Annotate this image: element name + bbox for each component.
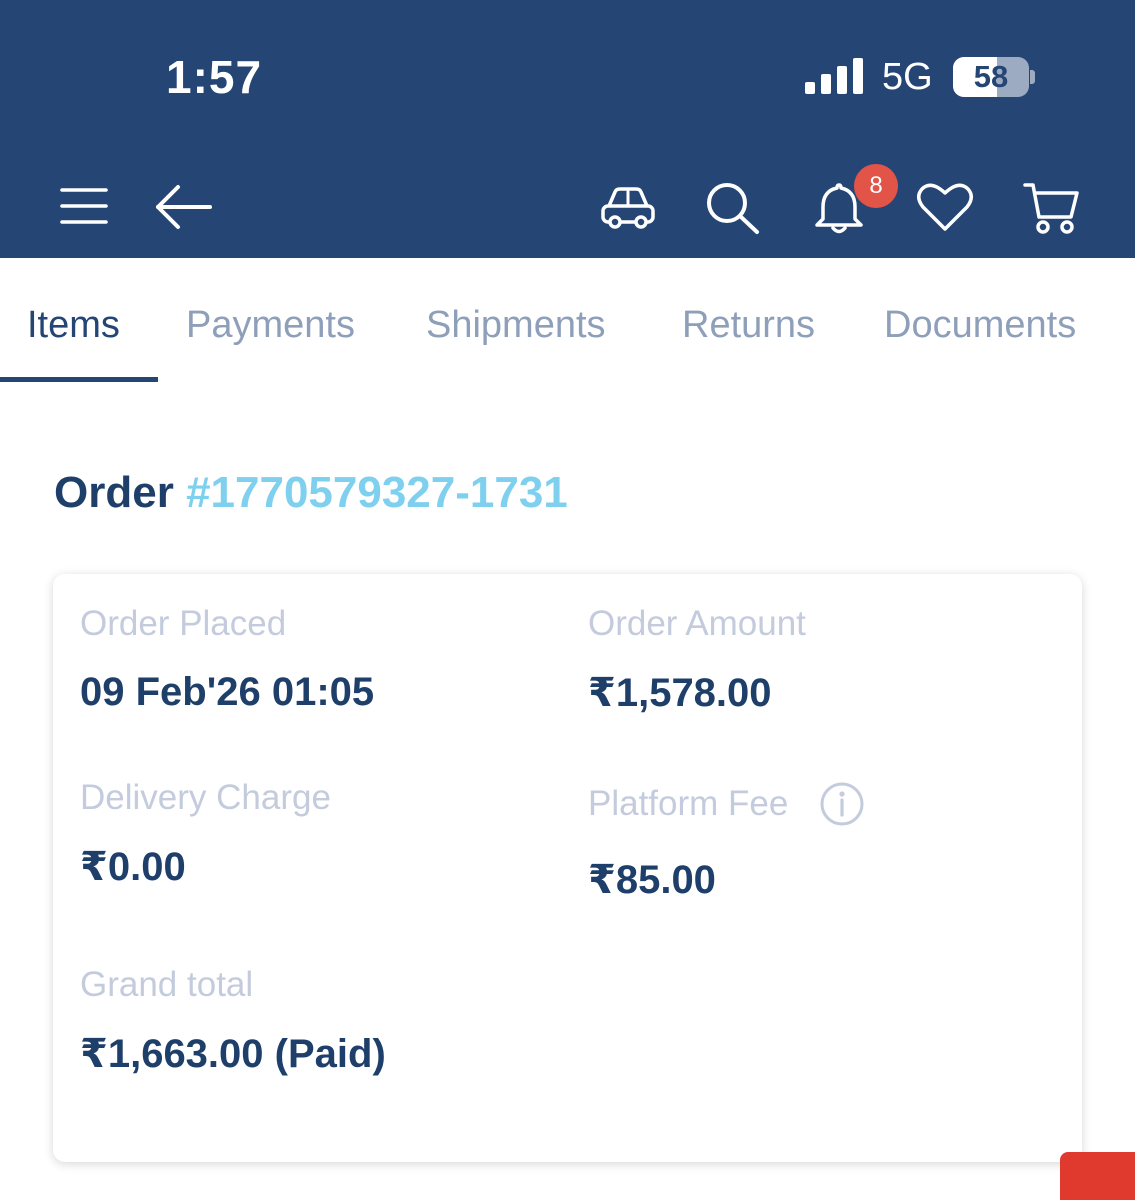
delivery-charge-value: ₹0.00: [80, 845, 186, 889]
order-title-prefix: Order: [54, 468, 174, 517]
menu-button[interactable]: [56, 182, 112, 230]
tab-payments[interactable]: Payments: [186, 304, 355, 347]
battery-tip: [1030, 70, 1035, 84]
order-amount-label: Order Amount: [588, 604, 806, 643]
floating-widget[interactable]: [1060, 1152, 1135, 1200]
search-icon: [707, 183, 759, 234]
cart-button[interactable]: [1022, 180, 1080, 236]
order-details-screen: 1:57 5G 58 8 Items Payments Shipments Re…: [0, 0, 1135, 1200]
signal-icon: [805, 58, 863, 94]
order-title: Order #1770579327-1731: [54, 468, 568, 518]
back-button[interactable]: [150, 180, 216, 234]
battery-icon: 58: [953, 57, 1029, 97]
order-summary-card: Order Placed 09 Feb'26 01:05 Order Amoun…: [53, 574, 1082, 1162]
cart-icon: [1023, 183, 1079, 234]
status-time: 1:57: [166, 51, 263, 103]
grand-total-value: ₹1,663.00 (Paid): [80, 1032, 386, 1076]
tab-documents[interactable]: Documents: [884, 304, 1076, 347]
app-header: 1:57 5G 58 8: [0, 0, 1135, 258]
tab-shipments[interactable]: Shipments: [426, 304, 606, 347]
order-placed-value: 09 Feb'26 01:05: [80, 670, 375, 714]
order-placed-label: Order Placed: [80, 604, 287, 643]
notification-count-badge: 8: [854, 164, 898, 208]
vehicle-button[interactable]: [598, 183, 658, 231]
tab-returns[interactable]: Returns: [682, 304, 815, 347]
platform-fee-value: ₹85.00: [588, 858, 716, 902]
grand-total-label: Grand total: [80, 965, 254, 1004]
heart-icon: [917, 183, 973, 231]
order-tabs: Items Payments Shipments Returns Documen…: [0, 258, 1135, 386]
active-tab-indicator: [0, 377, 158, 382]
network-type: 5G: [882, 56, 933, 98]
back-arrow-icon: [156, 185, 212, 229]
platform-fee-label: Platform Fee: [588, 784, 789, 823]
car-icon: [601, 187, 655, 229]
search-button[interactable]: [704, 180, 762, 236]
wishlist-button[interactable]: [914, 180, 976, 234]
order-number: #1770579327-1731: [186, 468, 568, 517]
order-amount-value: ₹1,578.00: [588, 671, 772, 715]
delivery-charge-label: Delivery Charge: [80, 778, 331, 817]
battery-level: 58: [973, 59, 1009, 94]
tab-items[interactable]: Items: [27, 304, 120, 347]
info-icon[interactable]: [819, 781, 865, 827]
menu-icon: [60, 188, 108, 224]
